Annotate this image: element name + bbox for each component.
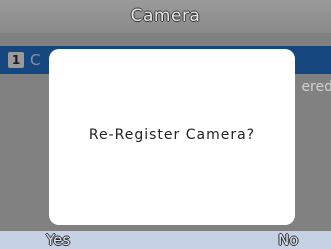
dialog-message: Re-Register Camera? bbox=[88, 127, 256, 143]
page-title: Camera bbox=[130, 6, 201, 26]
list-item-status: ered bbox=[301, 79, 331, 95]
list-item-number-badge: 1 bbox=[8, 52, 24, 68]
softkey-bar: Yes No bbox=[0, 231, 331, 249]
title-bar: Camera bbox=[0, 0, 331, 33]
yes-softkey-button[interactable]: Yes bbox=[46, 231, 70, 249]
camera-screen: Camera 1 C ered Re-Register Camera? Yes … bbox=[0, 0, 331, 249]
list-item-label: C bbox=[30, 51, 41, 69]
no-softkey-button[interactable]: No bbox=[278, 231, 298, 249]
confirm-dialog: Re-Register Camera? bbox=[49, 49, 295, 225]
